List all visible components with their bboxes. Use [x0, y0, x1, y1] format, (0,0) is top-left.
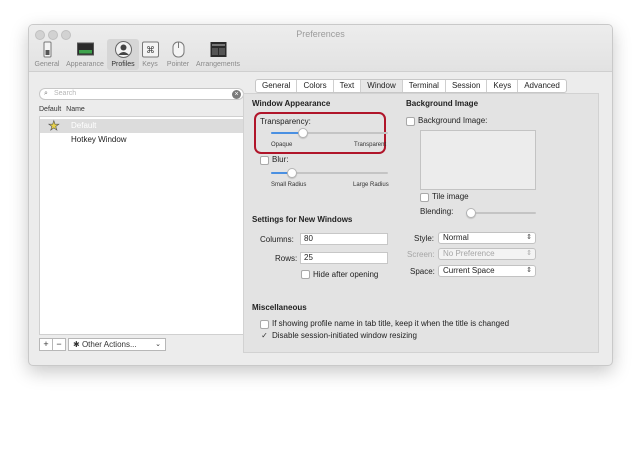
arrangement-icon: [210, 41, 227, 58]
small-radius-label: Small Radius: [271, 182, 307, 188]
search-placeholder: Search: [54, 90, 77, 97]
add-profile-button[interactable]: +: [39, 338, 53, 351]
blur-slider[interactable]: [271, 168, 388, 178]
profile-row[interactable]: Hotkey Window: [40, 133, 243, 147]
space-popup[interactable]: Current Space ⇕: [438, 265, 536, 277]
updown-arrows-icon: ⇕: [526, 234, 532, 241]
space-value: Current Space: [443, 266, 495, 275]
tile-image-checkbox[interactable]: [420, 193, 429, 202]
blur-label: Blur:: [272, 155, 289, 164]
toolbar-label-general: General: [34, 61, 60, 68]
chevron-down-icon: ⌄: [155, 341, 161, 348]
search-icon: ⌕: [44, 90, 48, 97]
tab-advanced[interactable]: Advanced: [518, 80, 566, 92]
transparent-label: Transparent: [354, 142, 387, 148]
other-actions-label: Other Actions...: [81, 340, 137, 349]
tab-window[interactable]: Window: [361, 80, 403, 92]
transparency-label: Transparency:: [260, 117, 311, 126]
toolbar-item-general[interactable]: General: [33, 41, 61, 68]
new-windows-heading: Settings for New Windows: [252, 215, 353, 224]
column-default[interactable]: Default: [39, 106, 61, 113]
rows-label: Rows:: [275, 254, 298, 263]
background-image-label: Background Image:: [418, 116, 488, 125]
default-star-icon: ★: [48, 118, 60, 134]
profile-icon: [114, 41, 132, 58]
profile-list-header: Default Name: [39, 106, 244, 113]
columns-field[interactable]: 80: [300, 233, 388, 245]
tab-session[interactable]: Session: [446, 80, 488, 92]
tile-image-label: Tile image: [432, 192, 469, 201]
updown-arrows-icon: ⇕: [526, 250, 532, 257]
blur-checkbox[interactable]: [260, 156, 269, 165]
title-bar: Preferences General Appearance Profiles …: [29, 25, 612, 72]
tab-general[interactable]: General: [256, 80, 298, 92]
toolbar-item-arrangements[interactable]: Arrangements: [194, 41, 242, 68]
keep-profile-name-label: If showing profile name in tab title, ke…: [272, 319, 510, 328]
hide-after-opening-checkbox[interactable]: [301, 270, 310, 279]
monitor-icon: [76, 41, 94, 58]
updown-arrows-icon: ⇕: [526, 267, 532, 274]
toolbar-label-keys: Keys: [142, 61, 158, 68]
profile-row[interactable]: ★ Default: [40, 118, 243, 134]
disable-resizing-label: Disable session-initiated window resizin…: [272, 331, 417, 340]
screen-label: Screen:: [407, 250, 435, 259]
command-key-icon: ⌘: [141, 41, 159, 58]
background-image-well[interactable]: [420, 130, 536, 190]
profile-search-field[interactable]: ⌕ Search ×: [39, 88, 244, 100]
style-popup[interactable]: Normal ⇕: [438, 232, 536, 244]
space-label: Space:: [410, 267, 435, 276]
hide-after-opening-label: Hide after opening: [313, 270, 379, 279]
window-settings-panel: Window Appearance Transparency: Opaque T…: [243, 93, 599, 353]
toolbar-item-keys[interactable]: ⌘ Keys: [139, 41, 161, 68]
remove-profile-button[interactable]: −: [52, 338, 66, 351]
background-image-checkbox[interactable]: [406, 117, 415, 126]
screen-value: No Preference: [443, 249, 495, 258]
svg-text:⌘: ⌘: [146, 46, 155, 56]
blur-slider-knob[interactable]: [287, 168, 298, 178]
background-image-heading: Background Image: [406, 99, 479, 108]
tab-colors[interactable]: Colors: [297, 80, 334, 92]
settings-area: Window Appearance Transparency: Opaque T…: [243, 79, 599, 353]
profile-list[interactable]: ★ Default Hotkey Window: [39, 116, 244, 335]
tab-keys[interactable]: Keys: [487, 80, 519, 92]
toolbar-label-appearance: Appearance: [66, 61, 104, 68]
tab-terminal[interactable]: Terminal: [403, 80, 446, 92]
blending-label: Blending:: [420, 207, 454, 216]
toolbar-item-profiles[interactable]: Profiles: [107, 41, 139, 68]
clear-search-icon[interactable]: ×: [232, 90, 241, 99]
toolbar-item-appearance[interactable]: Appearance: [63, 41, 107, 68]
mouse-icon: [170, 41, 187, 58]
opaque-label: Opaque: [271, 142, 293, 148]
profile-name: Hotkey Window: [71, 135, 127, 144]
column-name[interactable]: Name: [66, 106, 85, 113]
switch-icon: [39, 41, 56, 58]
transparency-slider[interactable]: [271, 128, 388, 138]
tab-text[interactable]: Text: [334, 80, 362, 92]
blending-slider-knob[interactable]: [466, 208, 476, 218]
disable-resizing-checkbox[interactable]: ✓: [260, 332, 269, 341]
toolbar-label-pointer: Pointer: [166, 61, 190, 68]
large-radius-label: Large Radius: [353, 182, 389, 188]
gear-icon: ✱: [73, 340, 80, 349]
rows-field[interactable]: 25: [300, 252, 388, 264]
profile-name: Default: [71, 121, 97, 130]
other-actions-button[interactable]: ✱ Other Actions... ⌄: [68, 338, 166, 351]
toolbar-label-profiles: Profiles: [111, 61, 135, 68]
screen-popup[interactable]: No Preference ⇕: [438, 248, 536, 260]
profiles-sidebar: ⌕ Search × Default Name ★ Default Hotkey…: [35, 85, 244, 355]
preferences-window: Preferences General Appearance Profiles …: [28, 24, 613, 366]
keep-profile-name-checkbox[interactable]: [260, 320, 269, 329]
blending-slider[interactable]: [466, 208, 536, 218]
toolbar-item-pointer[interactable]: Pointer: [163, 41, 193, 68]
profile-tabs: General Colors Text Window Terminal Sess…: [255, 79, 567, 93]
transparency-slider-knob[interactable]: [297, 128, 308, 138]
columns-label: Columns:: [260, 235, 294, 244]
toolbar-label-arrangements: Arrangements: [196, 61, 240, 68]
miscellaneous-heading: Miscellaneous: [252, 303, 307, 312]
style-label: Style:: [414, 234, 435, 243]
window-title: Preferences: [296, 29, 345, 39]
style-value: Normal: [443, 233, 469, 242]
window-appearance-heading: Window Appearance: [252, 99, 331, 108]
